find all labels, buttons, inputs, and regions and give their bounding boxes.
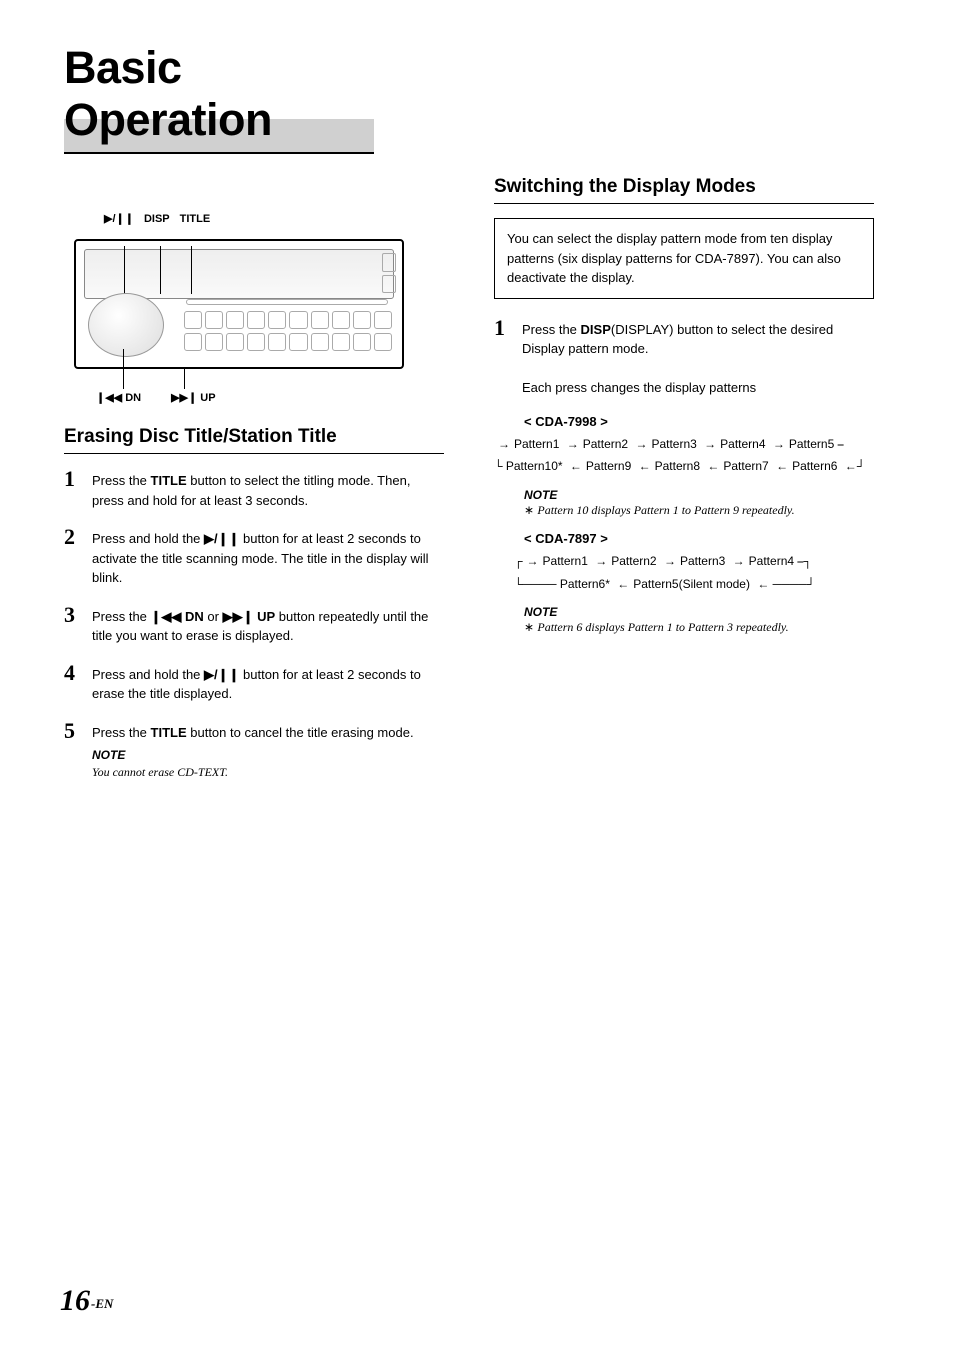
- step-number: 1: [494, 317, 510, 398]
- flow-row-forward: ┌→Pattern1 →Pattern2 →Pattern3 →Pattern4…: [514, 550, 874, 573]
- step-number: 4: [64, 662, 80, 704]
- up-label: UP: [200, 392, 215, 404]
- step-number: 1: [64, 468, 80, 510]
- note-label: NOTE: [524, 605, 874, 619]
- erasing-title-heading: Erasing Disc Title/Station Title: [64, 426, 444, 454]
- step-3: 3 Press the ❙◀◀ DN or ▶▶❙ UP button repe…: [64, 604, 444, 646]
- model-cda-7897: < CDA-7897 >: [524, 531, 874, 546]
- step-text: Press the TITLE button to select the tit…: [92, 468, 444, 510]
- page-title: Basic Operation: [64, 42, 374, 154]
- flow-row-back: └ Pattern10* ←Pattern9 ←Pattern8 ←Patter…: [494, 455, 874, 478]
- model-cda-7998: < CDA-7998 >: [524, 414, 874, 429]
- play-pause-icon: ▶/❙❙: [104, 212, 134, 225]
- device-illustration: [74, 239, 404, 369]
- note-text: ∗ Pattern 6 displays Pattern 1 to Patter…: [524, 619, 874, 636]
- flow-7998: →Pattern1 →Pattern2 →Pattern3 →Pattern4 …: [494, 433, 874, 479]
- step-4: 4 Press and hold the ▶/❙❙ button for at …: [64, 662, 444, 704]
- display-modes-heading: Switching the Display Modes: [494, 176, 874, 204]
- page-suffix: -EN: [91, 1296, 113, 1311]
- step-text: Press the DISP(DISPLAY) button to select…: [522, 317, 874, 398]
- step-text: Press and hold the ▶/❙❙ button for at le…: [92, 662, 444, 704]
- display-step-1: 1 Press the DISP(DISPLAY) button to sele…: [494, 317, 874, 398]
- side-buttons-icon: [382, 253, 396, 293]
- step-text: Press the ❙◀◀ DN or ▶▶❙ UP button repeat…: [92, 604, 444, 646]
- note-7897: NOTE ∗ Pattern 6 displays Pattern 1 to P…: [524, 605, 874, 636]
- flow-row-back: └──── Pattern6* ←Pattern5(Silent mode) ←…: [514, 573, 874, 596]
- flow-row-forward: →Pattern1 →Pattern2 →Pattern3 →Pattern4 …: [494, 433, 874, 456]
- step-text: Press the TITLE button to cancel the tit…: [92, 720, 414, 781]
- page-number: 16: [60, 1284, 90, 1317]
- step-5: 5 Press the TITLE button to cancel the t…: [64, 720, 444, 781]
- diagram-bottom-labels: ❙◀◀ DN ▶▶❙ UP: [96, 391, 444, 404]
- device-diagram: ▶/❙❙ DISP TITLE: [74, 212, 444, 404]
- next-track-icon: ▶▶❙: [171, 392, 197, 404]
- each-press-text: Each press changes the display patterns: [522, 380, 756, 395]
- note-text: ∗ Pattern 10 displays Pattern 1 to Patte…: [524, 502, 874, 519]
- step-number: 2: [64, 526, 80, 588]
- flow-7897: ┌→Pattern1 →Pattern2 →Pattern3 →Pattern4…: [494, 550, 874, 596]
- page-footer: 16-EN: [60, 1284, 113, 1318]
- note-text: You cannot erase CD-TEXT.: [92, 764, 414, 781]
- diagram-top-labels: ▶/❙❙ DISP TITLE: [104, 212, 444, 225]
- disc-slot-icon: [186, 299, 388, 305]
- disp-label: DISP: [144, 213, 170, 225]
- content-columns: ▶/❙❙ DISP TITLE: [64, 176, 894, 797]
- note-label: NOTE: [92, 746, 414, 764]
- note-7998: NOTE ∗ Pattern 10 displays Pattern 1 to …: [524, 488, 874, 519]
- dn-label: DN: [125, 392, 141, 404]
- intro-box: You can select the display pattern mode …: [494, 218, 874, 299]
- volume-knob-icon: [88, 293, 164, 357]
- title-label: TITLE: [180, 213, 211, 225]
- step-1: 1 Press the TITLE button to select the t…: [64, 468, 444, 510]
- step-2: 2 Press and hold the ▶/❙❙ button for at …: [64, 526, 444, 588]
- step-number: 5: [64, 720, 80, 781]
- step-number: 3: [64, 604, 80, 646]
- left-column: ▶/❙❙ DISP TITLE: [64, 176, 444, 797]
- button-row-2: [184, 333, 392, 351]
- step-text: Press and hold the ▶/❙❙ button for at le…: [92, 526, 444, 588]
- right-column: Switching the Display Modes You can sele…: [494, 176, 874, 797]
- note-label: NOTE: [524, 488, 874, 502]
- prev-track-icon: ❙◀◀: [96, 392, 122, 404]
- button-row-1: [184, 311, 392, 329]
